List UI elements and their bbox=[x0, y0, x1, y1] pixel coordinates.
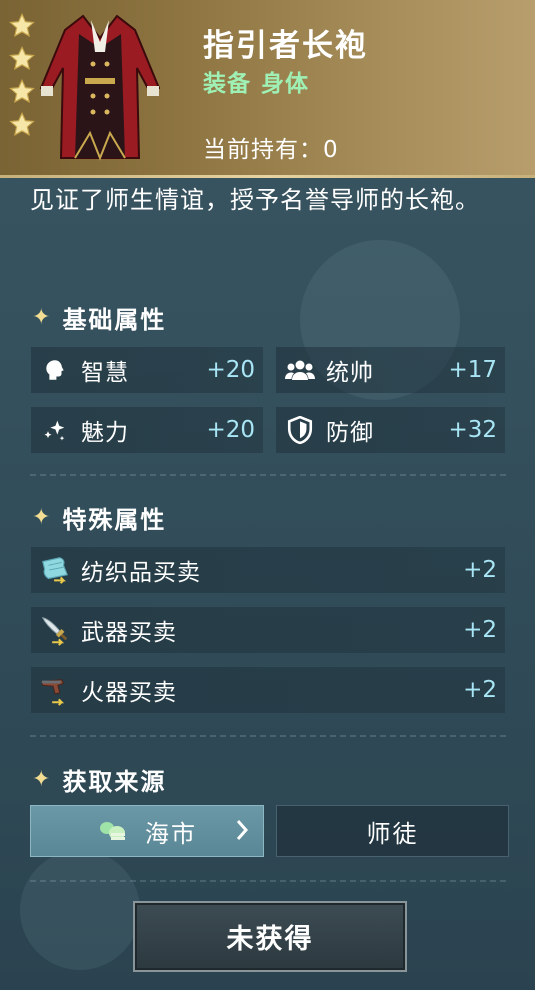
sparkle-icon: ✦ bbox=[32, 505, 53, 530]
source-label: 海市 bbox=[145, 819, 197, 848]
section-divider bbox=[30, 474, 506, 476]
owned-count: 当前持有：0 bbox=[203, 130, 339, 164]
sword-trade-icon bbox=[39, 614, 71, 646]
attr-label: 防御 bbox=[326, 420, 374, 446]
item-type-tags: 装备 身体 bbox=[203, 64, 309, 98]
attr-value: +20 bbox=[206, 417, 255, 443]
source-mentor-button[interactable]: 师徒 bbox=[276, 805, 509, 857]
attr-value: +17 bbox=[448, 357, 497, 383]
sparkle-icon: ✦ bbox=[32, 305, 53, 330]
background-decoration bbox=[20, 850, 140, 970]
attr-value: +2 bbox=[463, 617, 497, 643]
star-icon bbox=[9, 45, 35, 70]
attr-value: +20 bbox=[206, 357, 255, 383]
group-icon bbox=[284, 354, 316, 386]
attr-wisdom: 智慧 +20 bbox=[31, 347, 263, 393]
section-divider bbox=[30, 880, 506, 882]
gun-trade-icon bbox=[39, 674, 71, 706]
star-icon bbox=[9, 12, 35, 37]
attr-defense: 防御 +32 bbox=[276, 407, 505, 453]
star-icon bbox=[9, 111, 35, 136]
source-label: 师徒 bbox=[366, 819, 419, 848]
owned-value: 0 bbox=[323, 137, 339, 163]
attr-label: 武器买卖 bbox=[81, 620, 177, 646]
star-icon bbox=[9, 78, 35, 103]
base-attributes-title-text: 基础属性 bbox=[62, 306, 167, 334]
attr-value: +2 bbox=[463, 557, 497, 583]
source-sea-market-button[interactable]: 海市 bbox=[30, 805, 264, 857]
attr-value: +2 bbox=[463, 677, 497, 703]
special-attributes-title: ✦ 特殊属性 bbox=[32, 500, 166, 535]
coins-icon bbox=[97, 819, 127, 843]
item-detail-panel: 指引者长袍 装备 身体 当前持有：0 见证了师生情谊，授予名誉导师的长袍。 ✦ 基… bbox=[0, 0, 535, 990]
brain-icon bbox=[39, 354, 71, 386]
chevron-right-icon bbox=[235, 818, 249, 842]
robe-icon bbox=[39, 14, 161, 161]
special-attr-weapon-trade: 武器买卖 +2 bbox=[31, 607, 505, 653]
attr-label: 统帅 bbox=[326, 360, 374, 386]
special-attr-firearm-trade: 火器买卖 +2 bbox=[31, 667, 505, 713]
cloth-trade-icon bbox=[39, 554, 71, 586]
attr-charm: 魅力 +20 bbox=[31, 407, 263, 453]
attr-label: 智慧 bbox=[81, 360, 129, 386]
item-name: 指引者长袍 bbox=[203, 28, 368, 64]
sources-title-text: 获取来源 bbox=[62, 768, 167, 796]
rarity-stars bbox=[8, 12, 38, 144]
attr-value: +32 bbox=[448, 417, 497, 443]
section-divider bbox=[30, 735, 506, 737]
base-attributes-title: ✦ 基础属性 bbox=[32, 300, 166, 335]
sparkle-icon bbox=[39, 414, 71, 446]
unobtained-button[interactable]: 未获得 bbox=[133, 901, 407, 972]
attr-label: 纺织品买卖 bbox=[81, 560, 201, 586]
owned-label: 当前持有： bbox=[203, 137, 323, 163]
item-type-slot: 身体 bbox=[261, 71, 309, 97]
item-description: 见证了师生情谊，授予名誉导师的长袍。 bbox=[30, 186, 480, 214]
attr-label: 火器买卖 bbox=[81, 680, 177, 706]
shield-icon bbox=[284, 414, 316, 446]
item-type-category: 装备 bbox=[203, 71, 251, 97]
special-attr-textile-trade: 纺织品买卖 +2 bbox=[31, 547, 505, 593]
special-attributes-title-text: 特殊属性 bbox=[62, 506, 167, 534]
item-header: 指引者长袍 装备 身体 当前持有：0 bbox=[0, 0, 535, 178]
sparkle-icon: ✦ bbox=[32, 767, 53, 792]
sources-title: ✦ 获取来源 bbox=[32, 762, 166, 797]
attr-command: 统帅 +17 bbox=[276, 347, 505, 393]
attr-label: 魅力 bbox=[81, 420, 129, 446]
